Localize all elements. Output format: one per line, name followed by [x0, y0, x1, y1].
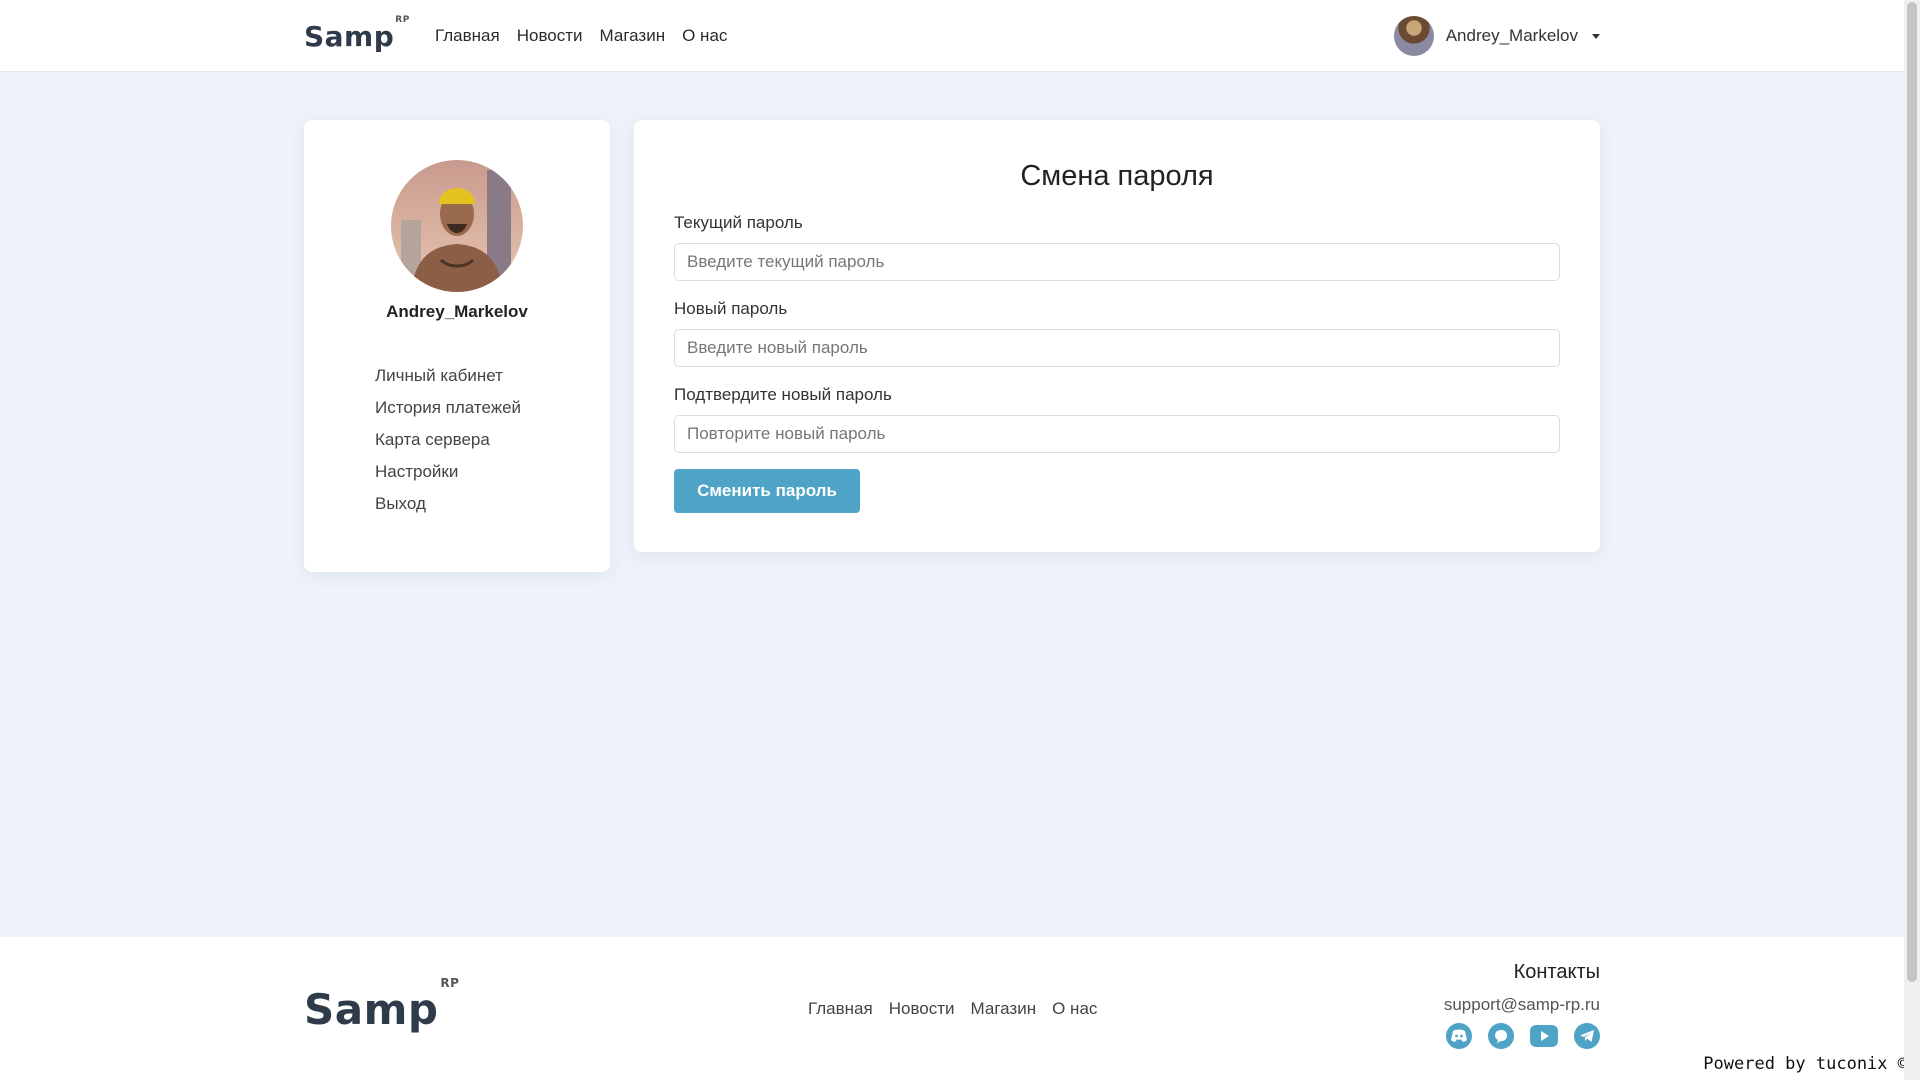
new-password-label: Новый пароль [674, 299, 788, 318]
page-title: Смена пароля [1020, 160, 1214, 192]
contacts-email[interactable]: support@samp-rp.ru [1444, 995, 1600, 1015]
new-password-input[interactable] [674, 329, 1560, 367]
current-password-input[interactable] [674, 243, 1560, 281]
footer-link-shop[interactable]: Магазин [971, 999, 1037, 1019]
profile-menu: Личный кабинет История платежей Карта се… [375, 360, 521, 520]
nav-link-home[interactable]: Главная [435, 26, 500, 46]
contacts-title: Контакты [1513, 961, 1600, 983]
social-links [1446, 1023, 1600, 1049]
sidebar-item-settings[interactable]: Настройки [375, 456, 521, 488]
scrollbar-thumb[interactable] [1907, 2, 1917, 982]
sidebar-item-server-map[interactable]: Карта сервера [375, 424, 521, 456]
nav-link-news[interactable]: Новости [517, 26, 583, 46]
footer-link-home[interactable]: Главная [808, 999, 873, 1019]
footer-nav: Главная Новости Магазин О нас [808, 999, 1097, 1019]
user-menu-name: Andrey_Markelov [1445, 26, 1578, 45]
powered-by-credit: Powered by tuconix © [1703, 1054, 1908, 1074]
user-menu-dropdown[interactable]: Andrey_Markelov [1393, 15, 1600, 57]
footer-link-about[interactable]: О нас [1052, 999, 1097, 1019]
site-logo[interactable]: SampRP [304, 15, 409, 53]
caret-down-icon [1592, 33, 1600, 39]
sidebar-item-payment-history[interactable]: История платежей [375, 392, 521, 424]
nav-link-shop[interactable]: Магазин [600, 26, 666, 46]
profile-avatar [391, 160, 523, 292]
avatar [1393, 16, 1434, 56]
current-password-label: Текущий пароль [674, 213, 803, 232]
sidebar-item-logout[interactable]: Выход [375, 488, 521, 520]
main-nav: Главная Новости Магазин О нас [435, 26, 727, 46]
sidebar-item-account[interactable]: Личный кабинет [375, 360, 521, 392]
chat-icon[interactable] [1488, 1023, 1514, 1049]
footer-logo[interactable]: SampRP [304, 976, 459, 1034]
profile-avatar-image [391, 160, 523, 292]
confirm-password-label: Подтвердите новый пароль [674, 385, 892, 404]
telegram-icon[interactable] [1574, 1023, 1600, 1049]
change-password-card: Смена пароля Текущий пароль Новый пароль… [634, 120, 1600, 552]
change-password-button[interactable]: Сменить пароль [674, 469, 860, 513]
discord-icon[interactable] [1446, 1023, 1472, 1049]
profile-sidebar: Andrey_Markelov Личный кабинет История п… [304, 120, 610, 572]
footer-link-news[interactable]: Новости [889, 999, 955, 1019]
footer: SampRP Главная Новости Магазин О нас Кон… [0, 937, 1904, 1080]
profile-username: Andrey_Markelov [386, 302, 528, 321]
page-scrollbar[interactable] [1904, 0, 1920, 1080]
youtube-icon[interactable] [1530, 1025, 1558, 1047]
confirm-password-input[interactable] [674, 415, 1560, 453]
nav-link-about[interactable]: О нас [682, 26, 727, 46]
top-navbar: SampRP Главная Новости Магазин О нас And… [0, 0, 1904, 72]
